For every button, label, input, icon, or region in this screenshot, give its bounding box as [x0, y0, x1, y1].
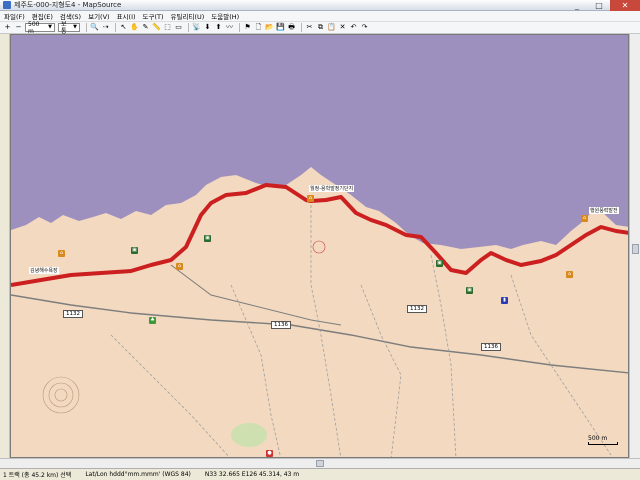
restaurant-icon[interactable]: ⌂: [581, 215, 588, 222]
mag-icon[interactable]: 🔍: [90, 23, 99, 32]
toolbar: + − 500 m ▼ 보통 ▼ 🔍 ⇢ ↖ ✋ ✎ 📏 ⬚ ▭ 📡 ⬇ ⬆ 〰 ⚑…: [0, 21, 640, 35]
road-shield-3: 1136: [481, 343, 501, 351]
status-coords: N33 32.665 E126 45.314, 43 m: [204, 471, 300, 478]
maximize-button[interactable]: □: [588, 0, 610, 11]
close-button[interactable]: ✕: [610, 0, 640, 11]
restaurant-icon[interactable]: ⌂: [566, 271, 573, 278]
delete-icon[interactable]: ✕: [338, 23, 347, 32]
menu-help[interactable]: 도움말(H): [211, 11, 239, 21]
measure-icon[interactable]: 📏: [152, 23, 161, 32]
zoom-in-icon[interactable]: +: [3, 23, 12, 32]
paste-icon[interactable]: 📋: [327, 23, 336, 32]
lodging-icon[interactable]: ▣: [204, 235, 211, 242]
send-icon[interactable]: ⬆: [214, 23, 223, 32]
horizontal-scrollbar[interactable]: [0, 458, 640, 468]
status-track: 1 트랙 (총 45.2 km) 선택: [3, 472, 72, 479]
park-area: [231, 423, 267, 447]
menu-search[interactable]: 검색(S): [60, 11, 81, 21]
menu-bar: 파일(F) 편집(E) 검색(S) 보기(V) 표시(I) 도구(T) 유틸리티…: [0, 11, 640, 22]
place-label-2: 행원풍력발전: [589, 207, 619, 214]
draw-icon[interactable]: ✎: [141, 23, 150, 32]
status-format: Lat/Lon hddd°mm.mmm' (WGS 84): [85, 471, 191, 478]
print-icon[interactable]: 🖶: [287, 23, 296, 32]
zoom-level-select[interactable]: 500 m ▼: [25, 21, 55, 35]
menu-utilities[interactable]: 유틸리티(U): [171, 11, 205, 21]
app-icon: [3, 1, 11, 9]
marker-icon[interactable]: ●: [266, 450, 273, 457]
menu-edit[interactable]: 편집(E): [32, 11, 53, 21]
route-icon[interactable]: ⇢: [101, 23, 110, 32]
receive-icon[interactable]: ⬇: [203, 23, 212, 32]
restaurant-icon[interactable]: ⌂: [307, 195, 314, 202]
map-scale: 500 m: [588, 435, 618, 445]
cut-icon[interactable]: ✂: [305, 23, 314, 32]
road-shield-2: 1136: [271, 321, 291, 329]
lodging-icon[interactable]: ▣: [436, 260, 443, 267]
restaurant-icon[interactable]: ⌂: [58, 250, 65, 257]
dash-icon[interactable]: ▭: [174, 23, 183, 32]
pointer-icon[interactable]: ↖: [119, 23, 128, 32]
place-label-3: 김녕해수욕장: [29, 267, 59, 274]
copy-icon[interactable]: ⧉: [316, 23, 325, 32]
fuel-icon[interactable]: ▮: [501, 297, 508, 304]
vertical-scrollbar[interactable]: [629, 34, 640, 458]
place-label-1: 월정-용학발정기단지: [309, 185, 355, 192]
left-panel-edge: [0, 34, 10, 458]
redo-icon[interactable]: ↷: [360, 23, 369, 32]
vertical-scroll-thumb[interactable]: [632, 244, 639, 254]
hand-icon[interactable]: ✋: [130, 23, 139, 32]
track-icon[interactable]: 〰: [225, 23, 234, 32]
save-icon[interactable]: 💾: [276, 23, 285, 32]
horizontal-scroll-thumb[interactable]: [316, 460, 324, 467]
road-shield-4: 1132: [407, 305, 427, 313]
map-svg[interactable]: [11, 35, 629, 458]
status-bar: 1 트랙 (총 45.2 km) 선택 Lat/Lon hddd°mm.mmm'…: [0, 468, 640, 480]
road-shield-1: 1132: [63, 310, 83, 318]
menu-display[interactable]: 표시(I): [117, 11, 136, 21]
new-icon[interactable]: 🗋: [254, 23, 263, 32]
park-icon[interactable]: ♣: [149, 317, 156, 324]
minimize-button[interactable]: _: [566, 0, 588, 11]
menu-tools[interactable]: 도구(T): [143, 11, 164, 21]
undo-icon[interactable]: ↶: [349, 23, 358, 32]
map-canvas[interactable]: 월정-용학발정기단지 행원풍력발전 김녕해수욕장 1132 1136 1136 …: [10, 34, 629, 458]
zoom-out-icon[interactable]: −: [14, 23, 23, 32]
detail-select[interactable]: 보통 ▼: [58, 21, 80, 35]
window-title: 제주도-000-지형도4 - MapSource: [14, 1, 122, 9]
title-bar: 제주도-000-지형도4 - MapSource _ □ ✕: [0, 0, 640, 11]
restaurant-icon[interactable]: ⌂: [176, 263, 183, 270]
waypoint-icon[interactable]: ⚑: [243, 23, 252, 32]
menu-view[interactable]: 보기(V): [88, 11, 109, 21]
lodging-icon[interactable]: ▣: [466, 287, 473, 294]
open-icon[interactable]: 📂: [265, 23, 274, 32]
lodging-icon[interactable]: ▣: [131, 247, 138, 254]
menu-file[interactable]: 파일(F): [4, 11, 25, 21]
gps-icon[interactable]: 📡: [192, 23, 201, 32]
select-icon[interactable]: ⬚: [163, 23, 172, 32]
